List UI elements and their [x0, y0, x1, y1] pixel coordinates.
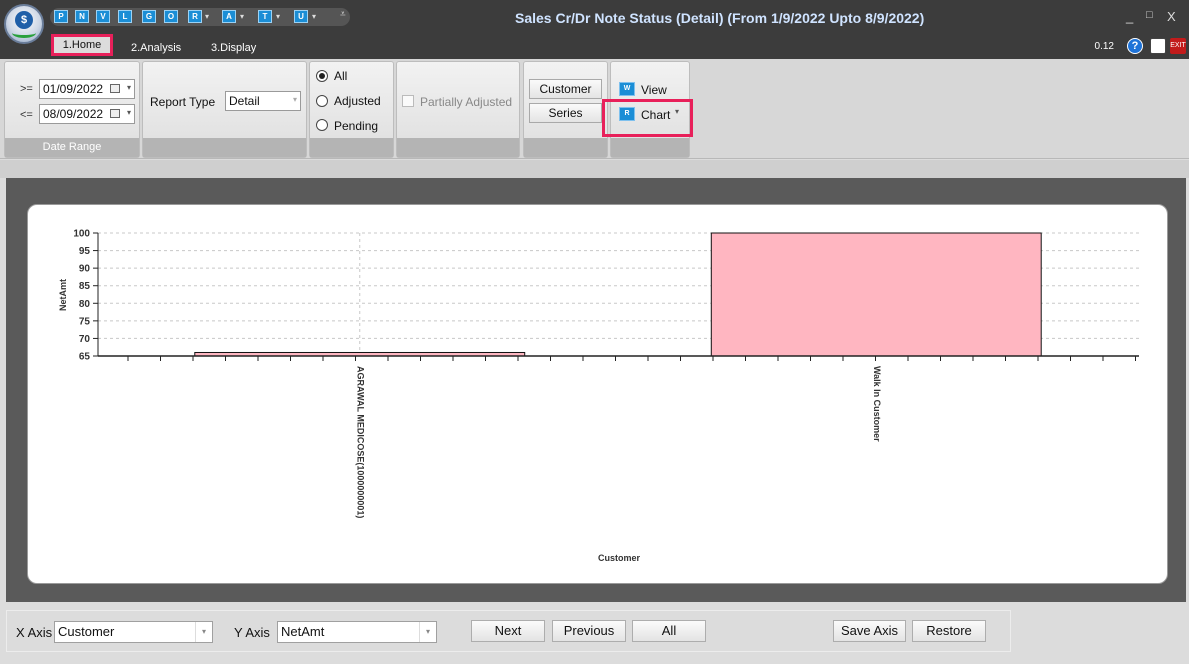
partially-adjusted-checkbox[interactable] — [402, 95, 414, 107]
window-title: Sales Cr/Dr Note Status (Detail) (From 1… — [515, 10, 925, 26]
report-type-select[interactable]: Detail ▾ — [225, 91, 301, 111]
quick-a-icon[interactable]: A — [222, 10, 236, 23]
report-type-footer — [143, 138, 306, 157]
customize-toolbar-icon[interactable]: ⩡ — [340, 9, 346, 20]
chevron-down-icon[interactable]: ▾ — [293, 95, 297, 104]
y-tick-label: 80 — [79, 299, 91, 310]
logo-leaf-icon — [12, 28, 36, 38]
y-axis-title: NetAmt — [58, 279, 68, 311]
all-button[interactable]: All — [632, 620, 706, 642]
series-button[interactable]: Series — [529, 103, 602, 123]
chevron-down-icon[interactable]: ▾ — [419, 622, 436, 642]
from-date-value: 01/09/2022 — [43, 82, 104, 96]
radio-adjusted-label: Adjusted — [334, 94, 381, 108]
chevron-down-icon[interactable]: ▾ — [127, 83, 131, 92]
chevron-down-icon[interactable]: ▾ — [195, 622, 212, 642]
status-filter-group: All Adjusted Pending — [309, 61, 394, 158]
y-axis-value: NetAmt — [281, 624, 325, 639]
from-date-field[interactable]: 01/09/2022 ▾ — [39, 79, 135, 99]
version-label: 0.12 — [1094, 41, 1114, 52]
x-tick-label: AGRAWAL MEDICOSE(1000000001) — [355, 366, 365, 518]
customer-button[interactable]: Customer — [529, 79, 602, 99]
report-type-value: Detail — [229, 94, 260, 108]
quick-l-icon[interactable]: L — [118, 10, 132, 23]
y-tick-label: 90 — [79, 264, 91, 275]
status-footer — [310, 138, 393, 157]
y-tick-label: 65 — [79, 352, 91, 363]
y-tick-label: 70 — [79, 334, 91, 345]
radio-all[interactable] — [316, 70, 328, 82]
radio-pending-label: Pending — [334, 119, 379, 133]
view-footer — [611, 138, 689, 157]
logo-dollar: $ — [15, 11, 33, 29]
close-button[interactable]: X — [1167, 9, 1176, 24]
partially-adjusted-group: Partially Adjusted — [396, 61, 520, 158]
grouping-footer — [524, 138, 607, 157]
quick-r-dropdown-icon[interactable]: ▾ — [205, 10, 209, 23]
view-icon: W — [619, 82, 635, 96]
quick-a-dropdown-icon[interactable]: ▾ — [240, 10, 244, 23]
quick-u-dropdown-icon[interactable]: ▾ — [312, 10, 316, 23]
quick-t-icon[interactable]: T — [258, 10, 272, 23]
bar — [710, 232, 1042, 357]
quick-r-icon[interactable]: R — [188, 10, 202, 23]
bar-chart: 65 70 75 80 85 90 95 100 AGRAWAL MEDICOSE(100000… — [58, 229, 1139, 563]
quick-v-icon[interactable]: V — [96, 10, 110, 23]
next-button[interactable]: Next — [471, 620, 545, 642]
y-tick-label: 85 — [79, 281, 91, 292]
to-operator: <= — [20, 109, 33, 121]
app-logo-icon[interactable]: $ — [4, 4, 44, 44]
quick-g-icon[interactable]: G — [142, 10, 156, 23]
quick-n-icon[interactable]: N — [75, 10, 89, 23]
y-tick-label: 100 — [73, 229, 90, 240]
document-icon[interactable] — [1150, 38, 1166, 54]
tab-analysis[interactable]: 2.Analysis — [131, 38, 181, 59]
chevron-down-icon[interactable]: ▾ — [127, 108, 131, 117]
chart-panel: 65 70 75 80 85 90 95 100 AGRAWAL MEDICOSE(100000… — [27, 204, 1168, 584]
y-axis-select[interactable]: NetAmt ▾ — [277, 621, 437, 643]
from-operator: >= — [20, 83, 33, 95]
quick-access-toolbar: P N V L G O R ▾ A ▾ T ▾ U ▾ — [50, 8, 350, 26]
x-tick-label: Walk In Customer — [872, 366, 882, 442]
y-axis-label: Y Axis — [234, 625, 270, 640]
grouping-group: Customer Series — [523, 61, 608, 158]
separator-strip — [0, 160, 1189, 178]
x-axis-select[interactable]: Customer ▾ — [54, 621, 213, 643]
y-tick-label: 95 — [79, 246, 91, 257]
radio-pending[interactable] — [316, 119, 328, 131]
chart-highlight — [602, 99, 693, 137]
save-axis-button[interactable]: Save Axis — [833, 620, 906, 642]
to-date-field[interactable]: 08/09/2022 ▾ — [39, 104, 135, 124]
quick-t-dropdown-icon[interactable]: ▾ — [276, 10, 280, 23]
previous-button[interactable]: Previous — [552, 620, 626, 642]
partially-adjusted-label: Partially Adjusted — [420, 95, 513, 109]
date-range-group: >= 01/09/2022 ▾ <= 08/09/2022 ▾ Date Ran… — [4, 61, 140, 158]
radio-all-label: All — [334, 69, 348, 83]
view-button[interactable]: View — [641, 83, 667, 97]
help-icon[interactable]: ? — [1127, 38, 1143, 54]
x-axis-label: X Axis — [16, 625, 53, 640]
tab-home[interactable]: 1.Home — [51, 34, 113, 56]
x-axis-title: Customer — [598, 553, 641, 563]
calendar-icon[interactable] — [110, 84, 120, 93]
quick-o-icon[interactable]: O — [164, 10, 178, 23]
partially-adjusted-footer — [397, 138, 519, 157]
quick-u-icon[interactable]: U — [294, 10, 308, 23]
tab-display[interactable]: 3.Display — [211, 38, 256, 59]
calendar-icon[interactable] — [110, 109, 120, 118]
exit-icon[interactable]: EXIT — [1170, 38, 1186, 54]
to-date-value: 08/09/2022 — [43, 107, 104, 121]
restore-button[interactable]: Restore — [912, 620, 986, 642]
quick-p-icon[interactable]: P — [54, 10, 68, 23]
y-tick-label: 75 — [79, 316, 91, 327]
minimize-button[interactable]: _ — [1126, 9, 1133, 24]
maximize-button[interactable]: □ — [1146, 9, 1153, 21]
report-type-label: Report Type — [150, 95, 216, 109]
radio-adjusted[interactable] — [316, 95, 328, 107]
date-range-label: Date Range — [5, 138, 139, 157]
report-type-group: Report Type Detail ▾ — [142, 61, 307, 158]
x-axis-value: Customer — [58, 624, 115, 639]
